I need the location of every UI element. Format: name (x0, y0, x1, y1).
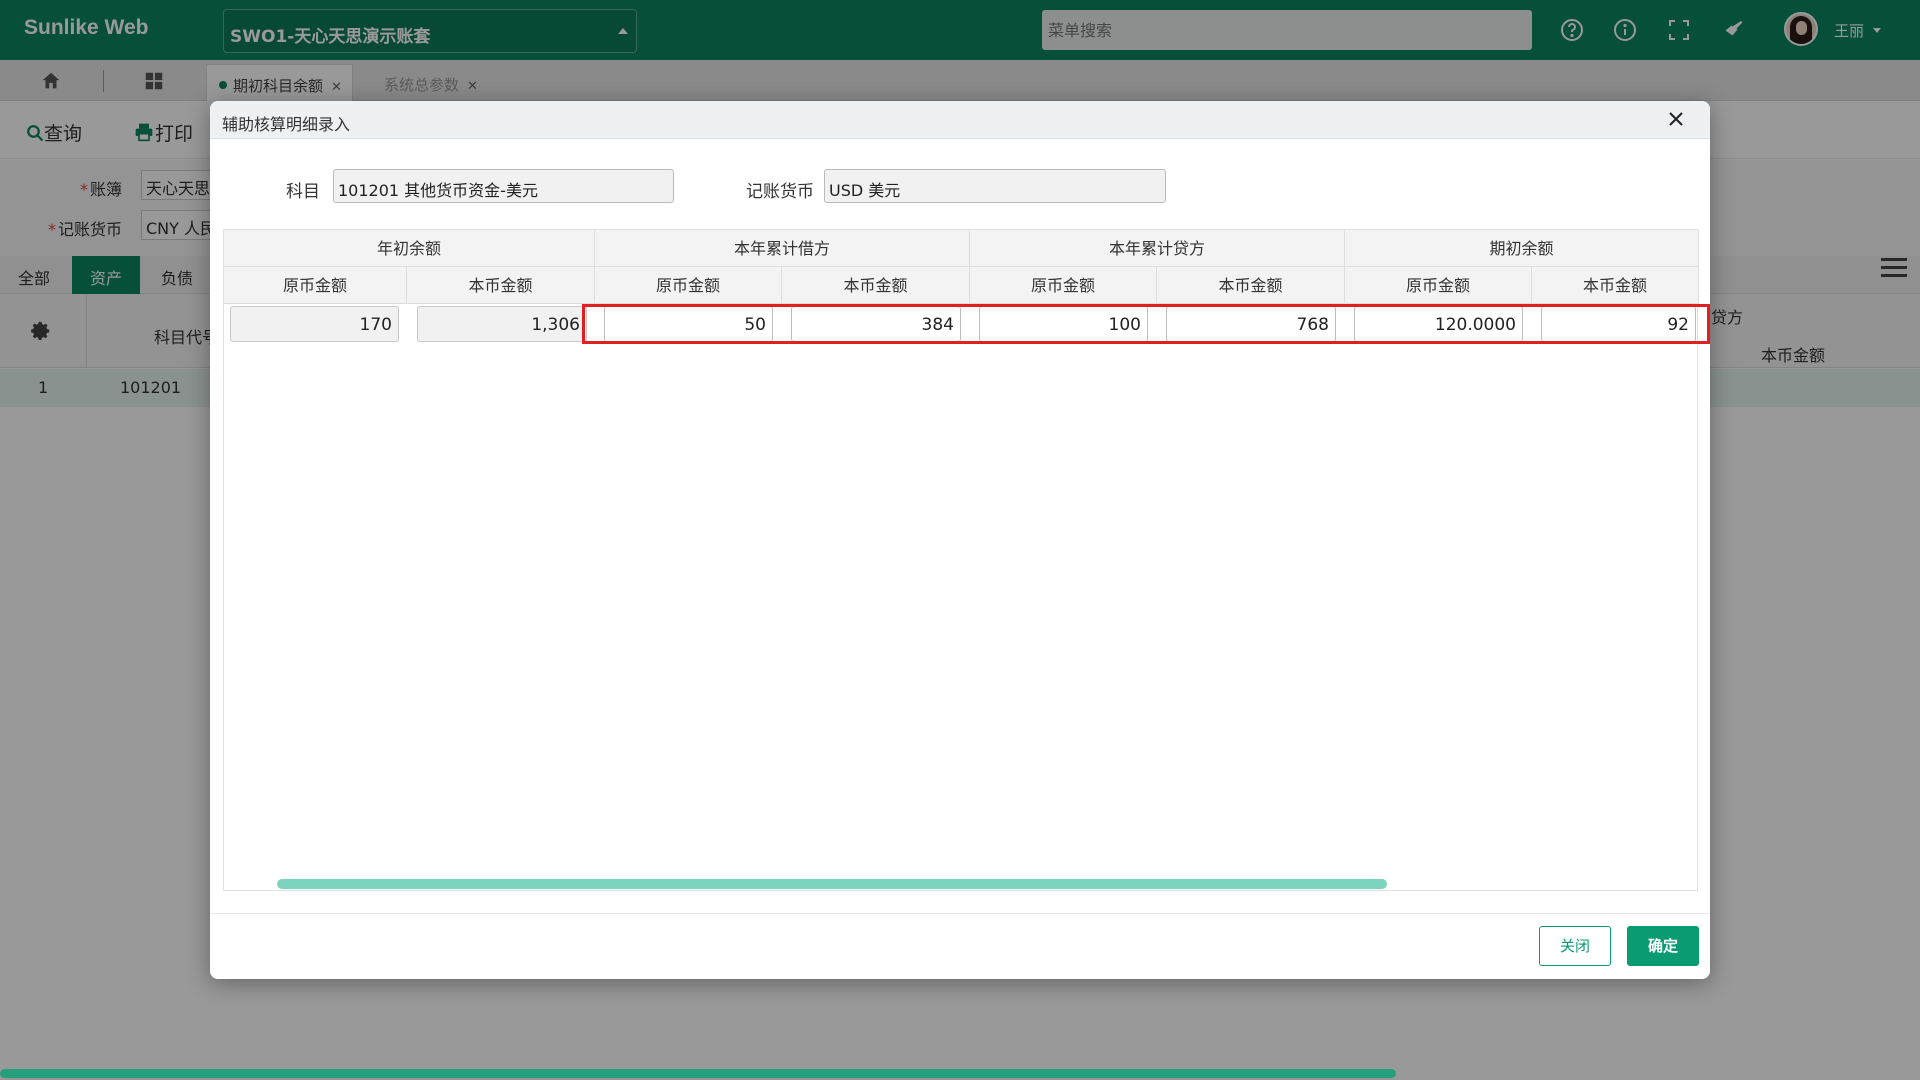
close-icon[interactable] (1664, 107, 1688, 131)
detail-entry-dialog: 辅助核算明细录入 科目 101201 其他货币资金-美元 记账货币 USD 美元… (210, 101, 1710, 979)
header-period-opening: 期初余额 (1345, 230, 1699, 267)
subject-label: 科目 (286, 182, 320, 202)
footer-divider (210, 913, 1710, 914)
subheader-original-amount: 原币金额 (595, 267, 782, 304)
input-debit-local[interactable]: 384 (791, 306, 961, 342)
detail-table: 年初余额 本年累计借方 本年累计贷方 期初余额 原币金额 本币金额 原币金额 本… (223, 229, 1699, 891)
currency-label: 记账货币 (746, 182, 814, 202)
table-scrollbar[interactable] (277, 879, 1387, 889)
close-button[interactable]: 关闭 (1539, 926, 1611, 966)
cell-opening-local: 1,306 (417, 306, 587, 342)
subheader-original-amount: 原币金额 (224, 267, 407, 304)
dialog-title: 辅助核算明细录入 (222, 115, 351, 134)
input-period-local[interactable]: 92 (1541, 306, 1696, 342)
header-ytd-debit: 本年累计借方 (595, 230, 970, 267)
subheader-original-amount: 原币金额 (1345, 267, 1532, 304)
confirm-button[interactable]: 确定 (1627, 926, 1699, 966)
cell-opening-original: 170 (230, 306, 399, 342)
header-year-opening: 年初余额 (224, 230, 595, 267)
subheader-original-amount: 原币金额 (970, 267, 1157, 304)
currency-field[interactable]: USD 美元 (824, 169, 1166, 203)
input-credit-original[interactable]: 100 (979, 306, 1148, 342)
subheader-local-amount: 本币金额 (1532, 267, 1699, 304)
dialog-header: 辅助核算明细录入 (210, 101, 1710, 139)
input-period-original[interactable]: 120.0000 (1354, 306, 1523, 342)
header-ytd-credit: 本年累计贷方 (970, 230, 1345, 267)
subheader-local-amount: 本币金额 (407, 267, 595, 304)
input-credit-local[interactable]: 768 (1166, 306, 1336, 342)
subject-field[interactable]: 101201 其他货币资金-美元 (333, 169, 674, 203)
input-debit-original[interactable]: 50 (604, 306, 773, 342)
page-scrollbar[interactable] (0, 1069, 1396, 1078)
subheader-local-amount: 本币金额 (782, 267, 970, 304)
subheader-local-amount: 本币金额 (1157, 267, 1345, 304)
